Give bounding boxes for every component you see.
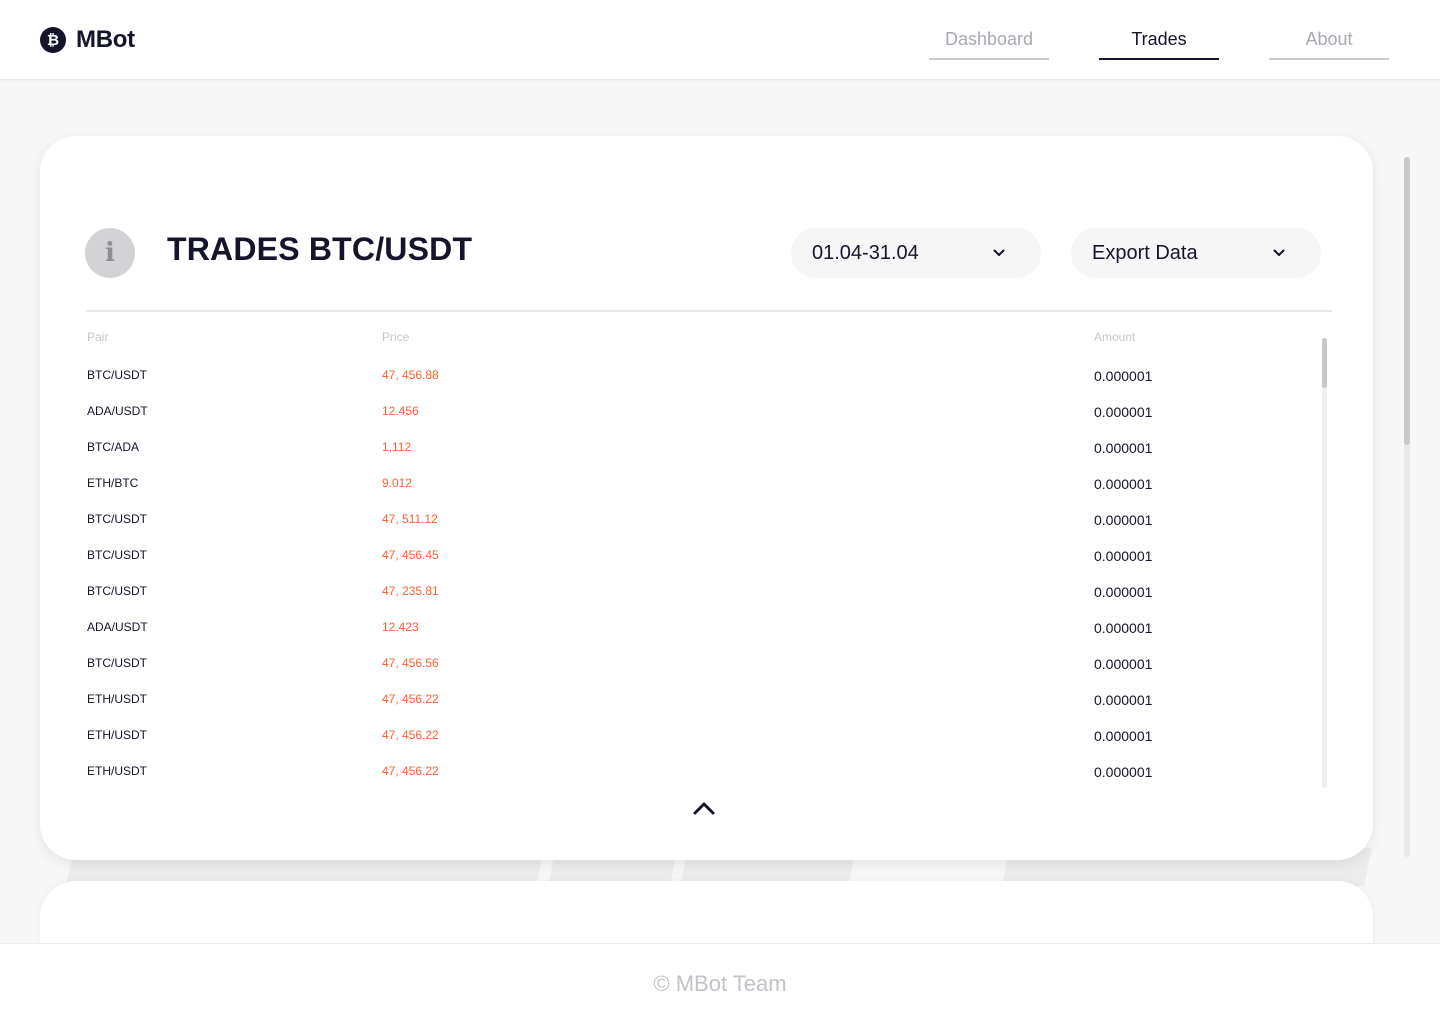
table-row[interactable]: BTC/USDT 47, 235.81 0.000001 — [87, 584, 1287, 620]
chevron-down-icon — [993, 249, 1005, 256]
pair-cell: ETH/USDT — [87, 728, 147, 742]
chevron-up-icon — [693, 802, 715, 815]
amount-cell: 0.000001 — [1094, 404, 1153, 420]
price-cell: 47, 456.22 — [382, 764, 439, 778]
pair-cell: BTC/USDT — [87, 656, 147, 670]
amount-cell: 0.000001 — [1094, 728, 1153, 744]
collapse-button[interactable] — [692, 798, 716, 818]
nav-item-about[interactable]: About — [1269, 0, 1389, 60]
trades-card: i TRADES BTC/USDT 01.04-31.04 Export Dat… — [40, 136, 1373, 860]
price-cell: 1,112 — [382, 440, 412, 454]
table-row[interactable]: BTC/USDT 47, 456.45 0.000001 — [87, 548, 1287, 584]
price-cell: 47, 511.12 — [382, 512, 438, 526]
price-cell: 12.456 — [382, 404, 419, 418]
amount-cell: 0.000001 — [1094, 656, 1153, 672]
amount-cell: 0.000001 — [1094, 548, 1153, 564]
price-cell: 9.012 — [382, 476, 413, 490]
app-logo[interactable]: ₿ MBot — [40, 26, 135, 54]
table-row[interactable]: ETH/USDT 47, 456.22 0.000001 — [87, 692, 1287, 728]
table-row[interactable]: ADA/USDT 12.423 0.000001 — [87, 620, 1287, 656]
table-scrollbar-thumb[interactable] — [1322, 338, 1327, 388]
column-header-price[interactable]: Price — [382, 330, 409, 344]
nav-item-trades[interactable]: Trades — [1099, 0, 1219, 60]
chevron-down-icon — [1273, 249, 1285, 256]
table-row[interactable]: BTC/USDT 47, 456.88 0.000001 — [87, 368, 1287, 404]
footer-copyright: © MBot Team — [653, 971, 787, 996]
pair-cell: ETH/USDT — [87, 692, 147, 706]
amount-cell: 0.000001 — [1094, 692, 1153, 708]
app-name: MBot — [76, 26, 135, 53]
table-row[interactable]: BTC/ADA 1,112 0.000001 — [87, 440, 1287, 476]
pair-cell: ETH/USDT — [87, 764, 147, 778]
amount-cell: 0.000001 — [1094, 476, 1153, 492]
pair-cell: BTC/USDT — [87, 548, 147, 562]
page-scrollbar-thumb[interactable] — [1404, 157, 1410, 445]
table-row[interactable]: BTC/USDT 47, 511.12 0.000001 — [87, 512, 1287, 548]
table-row[interactable]: ETH/BTC 9.012 0.000001 — [87, 476, 1287, 512]
price-cell: 47, 235.81 — [382, 584, 439, 598]
amount-cell: 0.000001 — [1094, 440, 1153, 456]
table-scrollbar-track[interactable] — [1322, 338, 1327, 788]
amount-cell: 0.000001 — [1094, 620, 1153, 636]
export-data-label: Export Data — [1092, 241, 1198, 264]
column-header-amount[interactable]: Amount — [1094, 330, 1135, 344]
nav-item-dashboard[interactable]: Dashboard — [929, 0, 1049, 60]
price-cell: 47, 456.45 — [382, 548, 439, 562]
table-row[interactable]: BTC/USDT 47, 456.56 0.000001 — [87, 656, 1287, 692]
table-row[interactable]: ETH/USDT 47, 456.22 0.000001 — [87, 764, 1287, 800]
pair-cell: ADA/USDT — [87, 404, 148, 418]
pair-cell: BTC/USDT — [87, 584, 147, 598]
main-nav: Dashboard Trades About — [929, 0, 1389, 80]
pair-cell: BTC/USDT — [87, 512, 147, 526]
price-cell: 12.423 — [382, 620, 419, 634]
date-range-dropdown[interactable]: 01.04-31.04 — [791, 228, 1041, 278]
footer: © MBot Team — [0, 943, 1440, 1024]
export-data-dropdown[interactable]: Export Data — [1071, 228, 1321, 278]
table-row[interactable]: ADA/USDT 12.456 0.000001 — [87, 404, 1287, 440]
column-header-pair[interactable]: Pair — [87, 330, 108, 344]
amount-cell: 0.000001 — [1094, 764, 1153, 780]
bitcoin-icon: ₿ — [40, 27, 66, 53]
amount-cell: 0.000001 — [1094, 368, 1153, 384]
top-header: ₿ MBot Dashboard Trades About — [0, 0, 1440, 80]
price-cell: 47, 456.56 — [382, 656, 439, 670]
pair-cell: BTC/ADA — [87, 440, 140, 454]
amount-cell: 0.000001 — [1094, 584, 1153, 600]
amount-cell: 0.000001 — [1094, 512, 1153, 528]
price-cell: 47, 456.22 — [382, 728, 439, 742]
pair-cell: ADA/USDT — [87, 620, 148, 634]
price-cell: 47, 456.88 — [382, 368, 439, 382]
date-range-value: 01.04-31.04 — [812, 241, 919, 264]
pair-cell: BTC/USDT — [87, 368, 147, 382]
card-title: TRADES BTC/USDT — [167, 231, 473, 267]
table-row[interactable]: ETH/USDT 47, 456.22 0.000001 — [87, 728, 1287, 764]
info-icon[interactable]: i — [85, 228, 135, 278]
pair-cell: ETH/BTC — [87, 476, 139, 490]
header-divider — [86, 310, 1332, 312]
price-cell: 47, 456.22 — [382, 692, 439, 706]
